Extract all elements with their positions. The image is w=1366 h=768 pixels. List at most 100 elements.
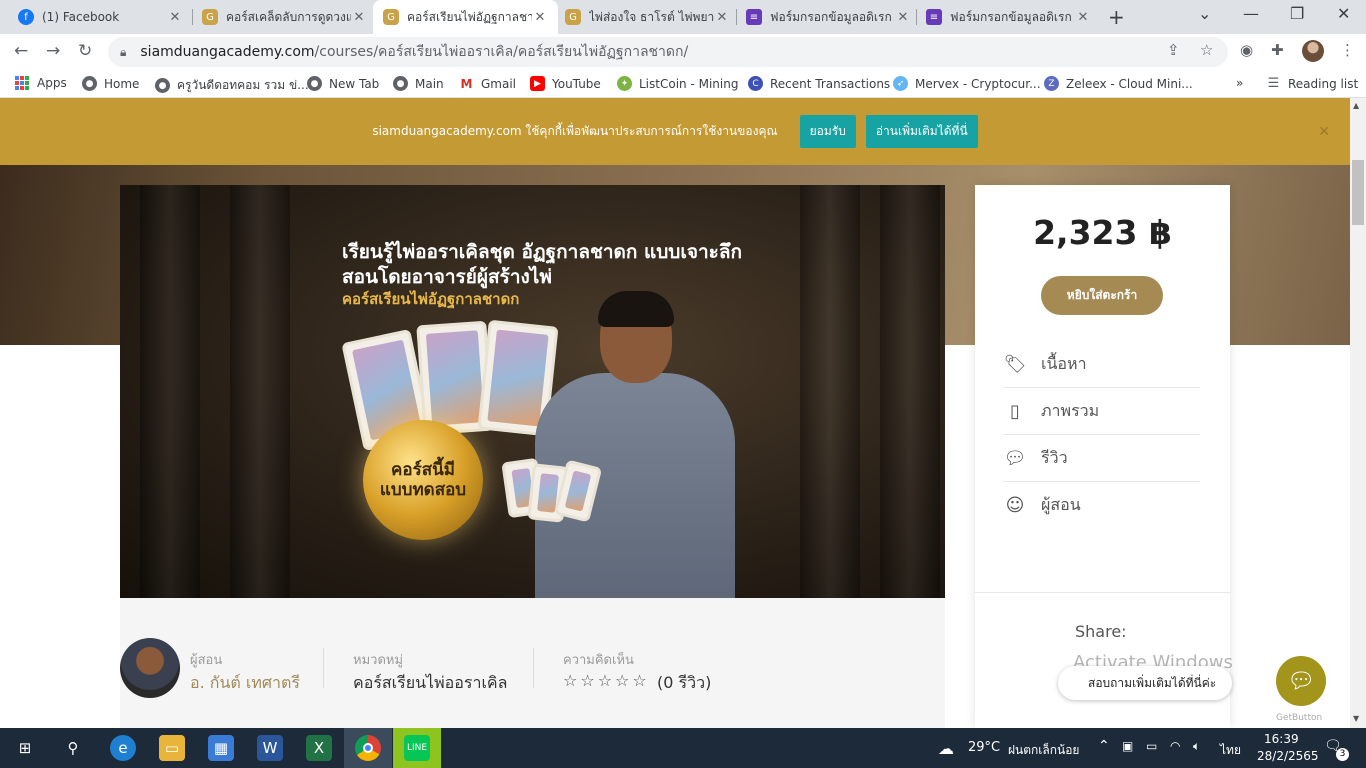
bookmark-label: Home [104, 76, 140, 91]
close-window-button[interactable]: ✕ [1337, 4, 1350, 23]
cookie-read-more-button[interactable]: อ่านเพิ่มเติมได้ที่นี่ [865, 115, 978, 148]
language-indicator[interactable]: ไทย [1220, 741, 1241, 760]
profile-avatar[interactable] [1302, 40, 1324, 62]
bookmark-mervex[interactable]: ➶ Mervex - Cryptocur... [893, 76, 1041, 91]
tab-course-tips[interactable]: G คอร์สเคล็ดลับการดูดวงแบบ ✕ [192, 0, 377, 34]
curtain-fold [880, 185, 940, 598]
tab-active-course[interactable]: G คอร์สเรียนไพ่อัฏฐกาลชาดก ✕ [373, 0, 558, 34]
tab-search-icon[interactable]: ⌄ [1198, 4, 1211, 23]
chat-button[interactable]: 💬︎ [1276, 656, 1326, 706]
excel-icon[interactable]: X [306, 735, 332, 761]
page-scrollbar[interactable]: ▲ ▼ [1350, 98, 1366, 728]
instructor-name-link[interactable]: อ. กันต์ เทศาตรี [190, 671, 300, 696]
getbutton-label[interactable]: GetButton [1276, 713, 1322, 723]
cookie-accept-button[interactable]: ยอมรับ [799, 115, 856, 148]
close-icon[interactable]: ✕ [351, 10, 367, 25]
bookmark-zeleex[interactable]: Z Zeleex - Cloud Mini... [1044, 76, 1193, 91]
bookmark-listcoin[interactable]: ✦ ListCoin - Mining [617, 76, 738, 91]
extension-circle-icon[interactable]: ◉ [1240, 41, 1253, 59]
battery-icon[interactable]: ▭ [1146, 739, 1157, 753]
divider [975, 592, 1230, 593]
tab-strip: f (1) Facebook ✕ G คอร์สเคล็ดลับการดูดวง… [0, 0, 1366, 34]
close-icon[interactable]: ✕ [1318, 124, 1330, 140]
course-banner-image: เรียนรู้ไพ่ออราเคิลชุด อัฏฐกาลชาดก แบบเจ… [120, 185, 945, 598]
scroll-up-icon[interactable]: ▲ [1353, 101, 1359, 110]
back-icon[interactable]: ← [14, 41, 28, 61]
lock-icon: 🔒︎ [120, 44, 127, 59]
zeleex-icon: Z [1044, 76, 1059, 91]
clock-time[interactable]: 16:39 [1264, 732, 1299, 746]
close-icon[interactable]: ✕ [895, 10, 911, 25]
forms-icon: ≡ [746, 9, 762, 25]
bookmark-star-icon[interactable]: ☆ [1200, 41, 1213, 59]
edge-icon[interactable]: e [110, 735, 136, 761]
puzzle-icon[interactable]: ✚ [1271, 41, 1284, 59]
sidebar-item-label: ผู้สอน [1041, 495, 1081, 514]
new-tab-button[interactable]: + [1108, 5, 1125, 29]
chrome-icon[interactable] [355, 735, 381, 761]
cookie-text: siamduangacademy.com ใช้คุกกี้เพื่อพัฒนา… [372, 124, 778, 138]
price-card: 2,323 ฿ หยิบใส่ตะกร้า 🏷︎ เนื้อหา ▯ ภาพรว… [975, 185, 1230, 728]
windows-start-icon[interactable]: ⊞ [12, 735, 38, 761]
banner-course-name: คอร์สเรียนไพ่อัฏฐกาลชาดก [342, 290, 520, 308]
badge-text: แบบทดสอบ [379, 480, 467, 500]
sidebar-item-reviews[interactable]: 💬︎ รีวิว [1003, 435, 1200, 482]
weather-temp[interactable]: 29°C [968, 740, 1000, 755]
menu-icon[interactable]: ⋮ [1340, 41, 1355, 59]
teacher-icon: ☺ [1005, 495, 1025, 516]
close-icon[interactable]: ✕ [1075, 10, 1091, 25]
address-bar[interactable]: 🔒︎ siamduangacademy.com/courses/คอร์สเรี… [108, 37, 1228, 67]
bookmark-apps[interactable]: Apps [15, 76, 67, 90]
bookmark-recent-transactions[interactable]: C Recent Transactions [748, 76, 890, 91]
minimize-button[interactable]: — [1243, 4, 1259, 23]
tab-title: ฟอร์มกรอกข้อมูลอดิเรก [950, 9, 1072, 24]
curtain-fold [230, 185, 290, 598]
chevron-up-icon[interactable]: ⌃ [1098, 738, 1110, 754]
apps-grid-icon [15, 76, 29, 90]
tab-tarot[interactable]: G ไพ่ส่องใจ ธาโรต์ ไพ่พยากร ✕ [555, 0, 740, 34]
reload-icon[interactable]: ↻ [78, 41, 92, 61]
word-icon[interactable]: W [257, 735, 283, 761]
sidebar-item-overview[interactable]: ▯ ภาพรวม [1003, 388, 1200, 435]
maximize-button[interactable]: ❐ [1290, 4, 1304, 23]
speaker-icon[interactable]: 🔈︎ [1193, 739, 1200, 754]
bookmark-main[interactable]: ● Main [393, 76, 444, 91]
rating-stars: ☆☆☆☆☆ [563, 671, 650, 690]
add-to-cart-button[interactable]: หยิบใส่ตะกร้า [1041, 276, 1163, 315]
search-icon[interactable]: ⚲ [60, 735, 86, 761]
windows-taskbar: ⊞ ⚲ e ▭ ▦ W X LINE ☁ 29°C ฝนตกเล็กน้อย ⌃… [0, 728, 1366, 768]
bookmark-youtube[interactable]: ▶ YouTube [530, 76, 601, 91]
wifi-icon[interactable]: ◠ [1170, 739, 1180, 753]
store-icon[interactable]: ▦ [208, 735, 234, 761]
globe-icon: ● [393, 76, 408, 91]
weather-text[interactable]: ฝนตกเล็กน้อย [1008, 741, 1079, 760]
forward-icon[interactable]: → [46, 41, 60, 61]
category-link[interactable]: คอร์สเรียนไพ่ออราเคิล [353, 671, 507, 696]
bookmark-new-tab[interactable]: ● New Tab [307, 76, 379, 91]
avatar[interactable] [120, 638, 180, 698]
scroll-thumb[interactable] [1352, 160, 1364, 225]
clock-date[interactable]: 28/2/2565 [1257, 749, 1319, 763]
line-icon[interactable]: LINE [404, 735, 430, 761]
tab-title: คอร์สเคล็ดลับการดูดวงแบบ [226, 9, 351, 24]
more-bookmarks-button[interactable]: » [1236, 76, 1243, 90]
tab-form-2[interactable]: ≡ ฟอร์มกรอกข้อมูลอดิเรก ✕ [916, 0, 1101, 34]
scroll-down-icon[interactable]: ▼ [1353, 714, 1359, 723]
sidebar-item-content[interactable]: 🏷︎ เนื้อหา [1003, 341, 1200, 388]
sidebar-item-instructor[interactable]: ☺ ผู้สอน [1003, 482, 1200, 529]
bookmark-gmail[interactable]: M Gmail [459, 76, 517, 91]
tab-form-1[interactable]: ≡ ฟอร์มกรอกข้อมูลอดิเรก ✕ [736, 0, 921, 34]
close-icon[interactable]: ✕ [714, 10, 730, 25]
bookmark-kruwandee[interactable]: ● ครูวันดีดอทคอม รวม ข่... [155, 76, 309, 95]
tray-icon[interactable]: ▣ [1122, 739, 1133, 753]
close-icon[interactable]: ✕ [167, 10, 183, 25]
file-explorer-icon[interactable]: ▭ [159, 735, 185, 761]
close-icon[interactable]: ✕ [532, 10, 548, 25]
bookmark-label: ครูวันดีดอทคอม รวม ข่... [177, 78, 309, 92]
course-meta: ผู้สอน อ. กันต์ เทศาตรี หมวดหมู่ คอร์สเร… [120, 598, 945, 728]
reading-list-button[interactable]: ☰ Reading list [1266, 76, 1358, 91]
chat-prompt-bubble[interactable]: สอบถามเพิ่มเติมได้ที่นี่ค่ะ [1058, 666, 1233, 700]
tab-facebook[interactable]: f (1) Facebook ✕ [8, 0, 193, 34]
bookmark-home[interactable]: ● Home [82, 76, 139, 91]
share-icon[interactable]: ⇪ [1167, 41, 1180, 59]
